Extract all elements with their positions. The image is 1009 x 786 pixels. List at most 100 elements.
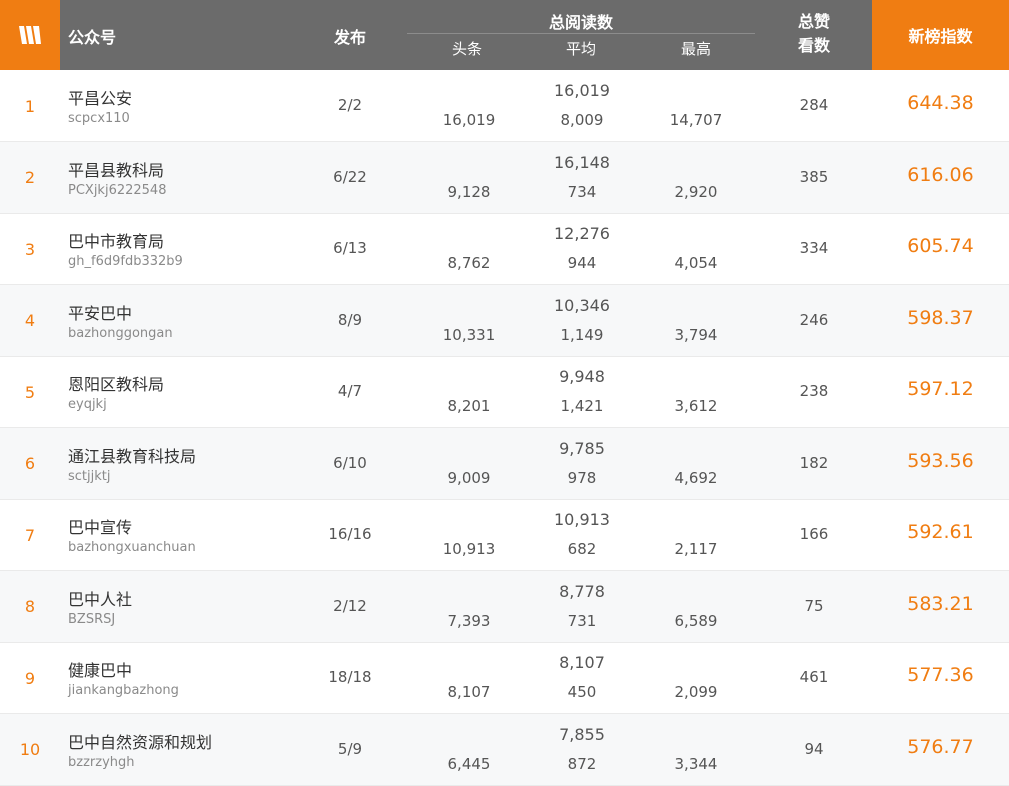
table-row[interactable]: 2 平昌县教科局 PCXjkj6222548 6/22 16,148 9,128 734 2,…: [0, 141, 1009, 214]
rank-number: 2: [24, 168, 36, 187]
likes-views: 75: [804, 596, 824, 615]
rank-number: 7: [24, 525, 36, 545]
rank-number: 1: [24, 96, 36, 116]
table-row[interactable]: 9 健康巴中 jiankangbazhong 18/18 8,107 8,107 450 2,…: [0, 642, 1009, 714]
table-row[interactable]: 4 平安巴中 bazhonggongan 8/9 10,346 10,331 1,149 3,…: [0, 284, 1009, 357]
likes-views: 334: [799, 239, 829, 257]
table-row[interactable]: 3 巴中市教育局 gh_f6d9fdb332b9 6/13 12,276 8,762 944…: [0, 213, 1009, 285]
highest-reads: 4,054: [674, 254, 718, 272]
headline-reads: 9,128: [447, 182, 491, 201]
average-reads: 450: [567, 683, 597, 701]
table-row[interactable]: 1 平昌公安 scpcx110 2/2 16,019 16,019 8,009 14,707 2…: [0, 70, 1009, 142]
rank-number: 6: [24, 454, 36, 473]
average-reads: 978: [567, 468, 597, 487]
total-reads: 16,148: [554, 152, 610, 172]
account-id: eyqjkj: [68, 397, 107, 412]
newrank-index: 592.61: [907, 521, 974, 543]
account-name[interactable]: 巴中市教育局: [68, 228, 164, 252]
headline-reads: 8,107: [447, 683, 491, 701]
newrank-index: 616.06: [907, 163, 974, 186]
highest-reads: 2,099: [674, 683, 718, 701]
table-row[interactable]: 8 巴中人社 BZSRSJ 2/12 8,778 7,393 731 6,589 75 583.2…: [0, 570, 1009, 643]
newrank-logo-icon: [19, 26, 41, 44]
newrank-index: 576.77: [907, 735, 974, 758]
publish-count: 6/10: [333, 453, 367, 472]
account-name[interactable]: 巴中宣传: [68, 514, 132, 538]
total-reads: 9,785: [559, 438, 605, 458]
table-row[interactable]: 10 巴中自然资源和规划 bzzrzyhgh 5/9 7,855 6,445 872 3,34…: [0, 713, 1009, 786]
account-id: sctjjktj: [68, 468, 111, 484]
table-row[interactable]: 7 巴中宣传 bazhongxuanchuan 16/16 10,913 10,913 68…: [0, 499, 1009, 571]
account-name[interactable]: 巴中人社: [68, 586, 132, 610]
account-name[interactable]: 通江县教育科技局: [68, 443, 196, 467]
likes-views: 182: [799, 453, 829, 472]
headline-reads: 10,331: [442, 325, 496, 344]
total-reads: 10,346: [554, 295, 610, 315]
account-id: BZSRSJ: [68, 611, 116, 627]
publish-count: 5/9: [337, 739, 363, 758]
table-row[interactable]: 6 通江县教育科技局 sctjjktj 6/10 9,785 9,009 978 4,692 1…: [0, 427, 1009, 500]
newrank-index: 583.21: [907, 592, 974, 615]
newrank-index: 597.12: [907, 378, 974, 400]
rank-number: 9: [24, 668, 36, 688]
account-id: bazhongxuanchuan: [68, 540, 196, 555]
likes-views: 166: [799, 525, 829, 543]
likes-views: 284: [799, 96, 829, 114]
highest-reads: 3,794: [674, 325, 718, 344]
account-id: jiankangbazhong: [68, 683, 179, 698]
rank-number: 10: [19, 740, 41, 759]
rank-number: 3: [24, 239, 36, 259]
account-id: gh_f6d9fdb332b9: [68, 254, 183, 269]
headline-reads: 6,445: [447, 754, 491, 773]
table-row[interactable]: 5 恩阳区教科局 eyqjkj 4/7 9,948 8,201 1,421 3,612 238 5…: [0, 356, 1009, 428]
headline-reads: 10,913: [442, 540, 496, 558]
total-reads: 8,778: [559, 581, 605, 601]
table-header: 公众号 发布 总阅读数 头条 平均 最高 总赞 看数 新榜指数: [0, 0, 1009, 70]
rank-number: 8: [24, 597, 36, 616]
header-index[interactable]: 新榜指数: [872, 0, 1009, 70]
average-reads: 8,009: [560, 111, 604, 129]
total-reads: 8,107: [559, 653, 605, 672]
highest-reads: 6,589: [674, 611, 718, 630]
total-reads: 9,948: [559, 367, 605, 386]
publish-count: 6/13: [333, 239, 367, 257]
header-total-reads[interactable]: 总阅读数: [407, 9, 755, 33]
headline-reads: 8,762: [447, 254, 491, 272]
header-likes[interactable]: 总赞 看数: [774, 10, 854, 58]
highest-reads: 2,117: [674, 540, 718, 558]
likes-views: 238: [799, 382, 829, 400]
average-reads: 734: [567, 182, 597, 201]
highest-reads: 3,344: [674, 754, 718, 773]
average-reads: 1,149: [560, 325, 604, 344]
headline-reads: 8,201: [447, 397, 491, 415]
newrank-index: 605.74: [907, 235, 974, 257]
average-reads: 682: [567, 540, 597, 558]
header-highest[interactable]: 最高: [656, 38, 736, 59]
account-id: PCXjkj6222548: [68, 182, 167, 198]
account-name[interactable]: 健康巴中: [68, 657, 132, 681]
rank-number: 5: [24, 382, 36, 402]
average-reads: 944: [567, 254, 597, 272]
account-id: bazhonggongan: [68, 325, 173, 341]
account-name[interactable]: 平安巴中: [68, 300, 132, 324]
header-publish[interactable]: 发布: [320, 24, 380, 48]
account-id: scpcx110: [68, 111, 130, 126]
account-id: bzzrzyhgh: [68, 754, 135, 770]
highest-reads: 2,920: [674, 182, 718, 201]
header-average[interactable]: 平均: [541, 38, 621, 59]
average-reads: 872: [567, 754, 597, 773]
account-name[interactable]: 平昌县教科局: [68, 157, 164, 181]
account-name[interactable]: 平昌公安: [68, 85, 132, 109]
header-headline[interactable]: 头条: [427, 38, 507, 59]
account-name[interactable]: 恩阳区教科局: [68, 371, 164, 395]
likes-views: 385: [799, 167, 829, 186]
publish-count: 8/9: [337, 310, 363, 329]
publish-count: 4/7: [337, 382, 363, 400]
likes-views: 461: [799, 668, 829, 686]
rank-number: 4: [24, 311, 36, 330]
account-name[interactable]: 巴中自然资源和规划: [68, 729, 212, 753]
headline-reads: 7,393: [447, 611, 491, 630]
ranking-table: 公众号 发布 总阅读数 头条 平均 最高 总赞 看数 新榜指数 1 平昌公安 scp…: [0, 0, 1009, 786]
newrank-index: 593.56: [907, 449, 974, 472]
total-reads: 10,913: [554, 510, 610, 529]
